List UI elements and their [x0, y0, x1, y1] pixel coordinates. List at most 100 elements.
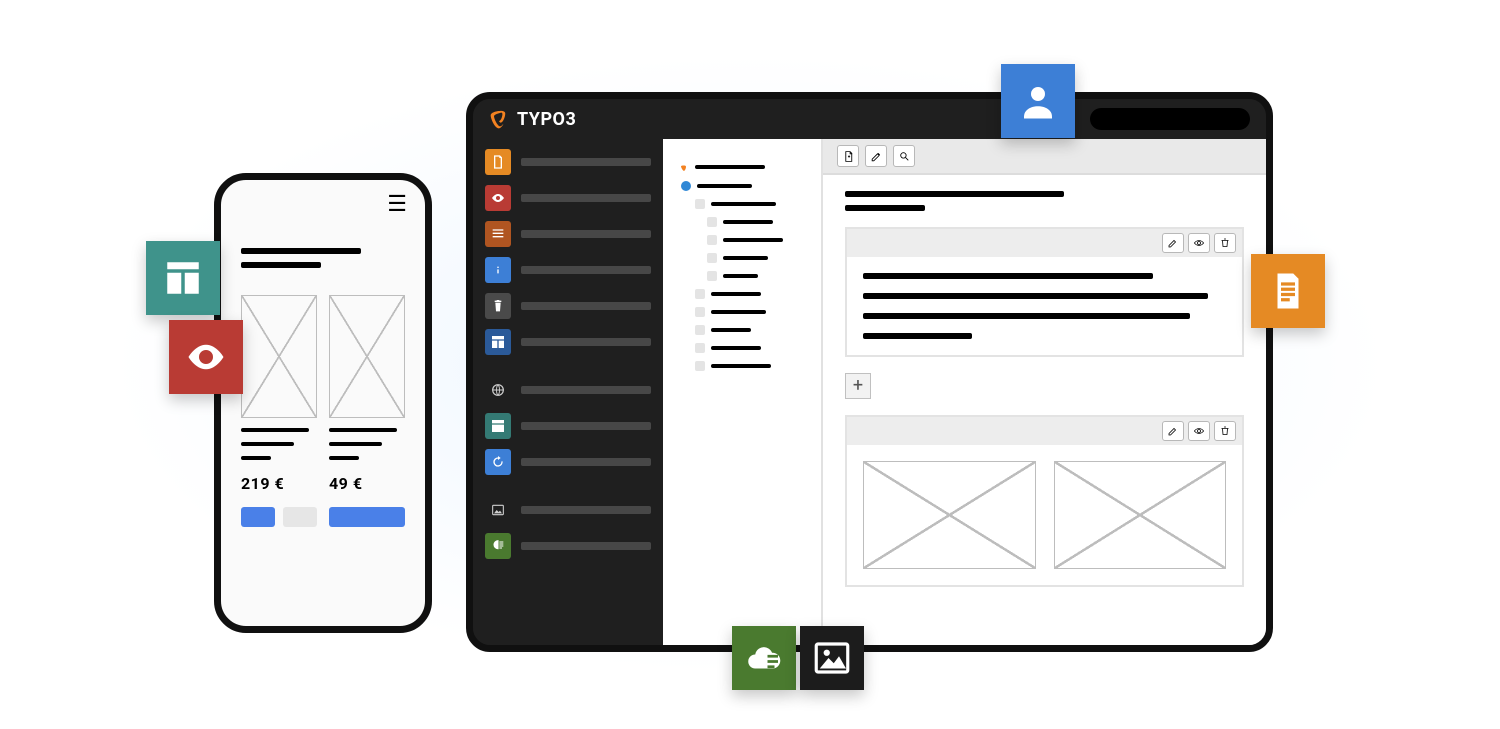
recycler-icon [485, 293, 511, 319]
sidebar-item-info[interactable] [485, 257, 651, 283]
phone-subheading-placeholder [241, 262, 321, 268]
tree-node[interactable] [677, 181, 809, 191]
view-icon [169, 320, 243, 394]
phone-menu-icon[interactable]: ☰ [387, 192, 407, 217]
product-image-placeholder [241, 295, 317, 418]
edit-element-button[interactable] [1162, 233, 1184, 253]
typo3-tree-icon [677, 161, 689, 173]
product-primary-button[interactable] [329, 507, 405, 527]
product-text-placeholder [329, 456, 359, 460]
tree-label-placeholder [723, 274, 758, 278]
reports-icon [485, 533, 511, 559]
tree-label-placeholder [697, 184, 752, 188]
sidebar-item-label [521, 338, 651, 346]
content-element[interactable] [845, 415, 1244, 587]
content-element[interactable] [845, 227, 1244, 357]
tree-node[interactable] [677, 343, 809, 353]
image-icon [800, 626, 864, 690]
tree-label-placeholder [695, 165, 765, 169]
new-content-button[interactable] [837, 145, 859, 167]
tree-node[interactable] [677, 325, 809, 335]
phone-heading-placeholder [241, 248, 361, 254]
tree-box-icon [695, 289, 705, 299]
tree-label-placeholder [711, 202, 776, 206]
delete-element-button[interactable] [1214, 233, 1236, 253]
template-icon [485, 329, 511, 355]
sidebar-item-template[interactable] [485, 329, 651, 355]
tree-node[interactable] [677, 307, 809, 317]
sidebar-item-filelist[interactable] [485, 413, 651, 439]
tree-box-icon [695, 361, 705, 371]
tree-node[interactable] [677, 217, 809, 227]
content-text-placeholder [863, 293, 1208, 299]
search-button[interactable] [893, 145, 915, 167]
product-text-placeholder [241, 442, 294, 446]
tree-node[interactable] [677, 361, 809, 371]
sidebar-item-label [521, 506, 651, 514]
product-secondary-button[interactable] [283, 507, 317, 527]
tree-box-icon [695, 343, 705, 353]
tree-node[interactable] [677, 199, 809, 209]
page-tree[interactable] [663, 139, 823, 645]
page-content-area: + [823, 139, 1266, 645]
tree-node[interactable] [677, 235, 809, 245]
sidebar-item-reload[interactable] [485, 449, 651, 475]
content-text-placeholder [863, 333, 972, 339]
document-icon [1251, 254, 1325, 328]
tree-dot-active-icon [681, 181, 691, 191]
product-primary-button[interactable] [241, 507, 275, 527]
cloud-icon [732, 626, 796, 690]
sidebar-item-label [521, 194, 651, 202]
content-text-placeholder [863, 273, 1153, 279]
product-price: 49 € [329, 474, 405, 493]
tree-box-icon [707, 271, 717, 281]
sidebar-item-page[interactable] [485, 149, 651, 175]
sidebar-item-label [521, 386, 651, 394]
layout-icon [146, 241, 220, 315]
tree-label-placeholder [723, 256, 768, 260]
module-sidebar [473, 139, 663, 645]
delete-element-button[interactable] [1214, 421, 1236, 441]
toggle-element-button[interactable] [1188, 233, 1210, 253]
tree-node[interactable] [677, 289, 809, 299]
sidebar-item-media[interactable] [485, 497, 651, 523]
edit-element-button[interactable] [1162, 421, 1184, 441]
phone-product-card[interactable]: 49 € [329, 295, 405, 527]
info-icon [485, 257, 511, 283]
app-title: TYPO3 [517, 109, 576, 130]
media-icon [485, 497, 511, 523]
tablet-camera-notch [1090, 108, 1250, 130]
edit-button[interactable] [865, 145, 887, 167]
tree-label-placeholder [711, 346, 761, 350]
sidebar-item-label [521, 422, 651, 430]
tree-label-placeholder [711, 364, 771, 368]
tree-label-placeholder [711, 310, 766, 314]
sidebar-item-view[interactable] [485, 185, 651, 211]
tree-label-placeholder [711, 292, 761, 296]
tree-node[interactable] [677, 271, 809, 281]
sidebar-item-label [521, 458, 651, 466]
add-content-button[interactable]: + [845, 373, 871, 399]
content-image-placeholder [863, 461, 1036, 569]
app-header: TYPO3 [473, 99, 1266, 139]
tree-box-icon [695, 325, 705, 335]
content-text-placeholder [863, 313, 1190, 319]
sidebar-item-label [521, 230, 651, 238]
toggle-element-button[interactable] [1188, 421, 1210, 441]
sidebar-item-sites[interactable] [485, 377, 651, 403]
sidebar-item-label [521, 542, 651, 550]
list-icon [485, 221, 511, 247]
tree-label-placeholder [711, 328, 751, 332]
product-price: 219 € [241, 474, 317, 493]
product-text-placeholder [241, 428, 309, 432]
phone-product-card[interactable]: 219 € [241, 295, 317, 527]
product-text-placeholder [241, 456, 271, 460]
sidebar-item-reports[interactable] [485, 533, 651, 559]
tree-node-root[interactable] [677, 161, 809, 173]
sidebar-item-list[interactable] [485, 221, 651, 247]
sidebar-item-recycler[interactable] [485, 293, 651, 319]
tree-box-icon [707, 217, 717, 227]
tree-label-placeholder [723, 220, 773, 224]
tree-node[interactable] [677, 253, 809, 263]
phone-frame: ☰ 219 € 49 € [214, 173, 432, 633]
